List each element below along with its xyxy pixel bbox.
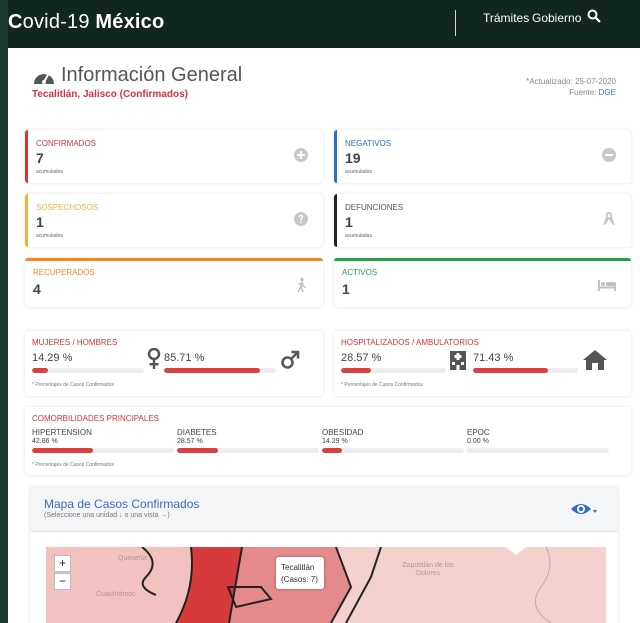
map-card: Mapa de Casos Confirmados (Seleccione un… (30, 487, 618, 623)
female-icon (147, 348, 161, 369)
map-place-label: Quesería (118, 555, 147, 562)
men-bar (164, 368, 276, 373)
card-gender: MUJERES / HOMBRES 14.29 % 85.71 % * Porc… (25, 331, 323, 396)
map-tooltip: Tecalitlán (Casos: 7) (276, 557, 324, 589)
gauge-icon (34, 72, 54, 84)
map-title: Mapa de Casos Confirmados (44, 497, 200, 511)
page-title: Información General (61, 64, 243, 86)
info-header: Información General Tecalitlán, Jalisco … (18, 56, 630, 118)
eye-icon[interactable] (570, 499, 598, 519)
caret-down-icon (593, 510, 597, 513)
zoom-out-button[interactable]: − (54, 573, 71, 590)
card-negativos[interactable]: NEGATIVOS 19 acumulados (334, 130, 631, 183)
card-confirmados[interactable]: CONFIRMADOS 7 acumulados (25, 130, 323, 183)
comorbidity-name: EPOC (467, 428, 490, 437)
card-note: acumuladas (345, 233, 372, 239)
walking-icon (297, 277, 306, 293)
footnote: * Porcentajes de Casos Confirmados (32, 462, 114, 468)
male-icon (281, 350, 300, 369)
card-label: SOSPECHOSOS (36, 203, 99, 212)
men-pct: 85.71 % (164, 352, 205, 364)
source-line: Fuente: DGE (569, 88, 616, 97)
card-note: acumulados (345, 169, 372, 175)
comorbidity-pct: 14.29 % (322, 438, 348, 445)
location-subtitle: Tecalitlán, Jalisco (Confirmados) (32, 89, 188, 100)
card-sospechosos[interactable]: SOSPECHOSOS 1 acumulados (25, 194, 323, 247)
nav-link-gobierno[interactable]: Gobierno (532, 11, 581, 25)
brand-logo[interactable]: Covid-19 México (8, 11, 164, 34)
women-bar (32, 368, 144, 373)
map-header: Mapa de Casos Confirmados (Seleccione un… (30, 487, 618, 532)
comorbidity-pct: 28.57 % (177, 438, 203, 445)
card-note: acumulados (36, 169, 63, 175)
plus-circle-icon (294, 148, 308, 162)
map-place-label: Cuauhtémoc (96, 591, 136, 598)
minus-circle-icon (602, 148, 616, 162)
women-pct: 14.29 % (32, 352, 73, 364)
hospital-icon (450, 351, 466, 370)
tooltip-name: Tecalitlán (281, 563, 315, 572)
comorbidity-name: OBESIDAD (322, 428, 364, 437)
map-view[interactable]: Quesería Cuauhtémoc Zapotitlán de los Do… (46, 547, 606, 623)
question-circle-icon (294, 212, 308, 226)
footnote: * Porcentajes de Casos Confirmados (32, 382, 114, 388)
card-recuperados[interactable]: RECUPERADOS 4 (25, 258, 323, 307)
ribbon-icon (603, 212, 615, 225)
card-value: 4 (33, 281, 41, 297)
comorbidity-pct: 0.00 % (467, 438, 489, 445)
source-link[interactable]: DGE (599, 88, 616, 97)
stat-label: MUJERES / HOMBRES (32, 338, 118, 347)
footnote: * Porcentajes de Casos Confirmados (341, 382, 423, 388)
card-value: 19 (345, 150, 361, 166)
card-label: CONFIRMADOS (36, 139, 96, 148)
nav-divider (455, 10, 456, 36)
map-place-label: Zapotitlán de los Dolores (402, 562, 454, 577)
left-edge (0, 0, 8, 623)
stat-label: HOSPITALIZADOS / AMBULATORIOS (341, 338, 479, 347)
card-label: RECUPERADOS (33, 268, 95, 277)
comorbidity-bar (32, 448, 174, 453)
amb-pct: 71.43 % (473, 352, 514, 364)
main-page: Información General Tecalitlán, Jalisco … (8, 48, 640, 623)
card-label: NEGATIVOS (345, 139, 392, 148)
comorbidity-name: DIABETES (177, 428, 217, 437)
card-label: ACTIVOS (342, 268, 378, 277)
hosp-bar (341, 368, 446, 373)
updated-date: *Actualizado: 25-07-2020 (526, 77, 616, 86)
card-value: 7 (36, 150, 44, 166)
top-navbar: Covid-19 México Trámites Gobierno (0, 0, 640, 48)
card-value: 1 (36, 214, 44, 230)
nav-link-tramites[interactable]: Trámites (483, 11, 529, 25)
card-label: DEFUNCIONES (345, 203, 404, 212)
amb-bar (473, 368, 578, 373)
stat-label: COMORBILIDADES PRINCIPALES (32, 414, 159, 423)
card-hospital: HOSPITALIZADOS / AMBULATORIOS 28.57 % 71… (334, 331, 631, 396)
zoom-in-button[interactable]: + (54, 555, 71, 572)
tooltip-count: (Casos: 7) (281, 575, 318, 584)
hosp-pct: 28.57 % (341, 352, 382, 364)
card-value: 1 (342, 281, 350, 297)
search-icon[interactable] (587, 9, 601, 23)
card-note: acumulados (36, 233, 63, 239)
map-hint: (Seleccione una unidad ↓ o una vista →) (44, 512, 170, 519)
card-comorbidities: COMORBILIDADES PRINCIPALES HIPERTENSION … (25, 407, 631, 475)
card-activos[interactable]: ACTIVOS 1 (334, 258, 631, 307)
comorbidity-bar (322, 448, 464, 453)
bed-icon (598, 280, 616, 291)
card-defunciones[interactable]: DEFUNCIONES 1 acumuladas (334, 194, 631, 247)
comorbidity-name: HIPERTENSION (32, 428, 92, 437)
comorbidity-bar (177, 448, 319, 453)
comorbidity-pct: 42.86 % (32, 438, 58, 445)
comorbidity-bar (467, 448, 609, 453)
card-value: 1 (345, 214, 353, 230)
home-icon (583, 350, 607, 370)
